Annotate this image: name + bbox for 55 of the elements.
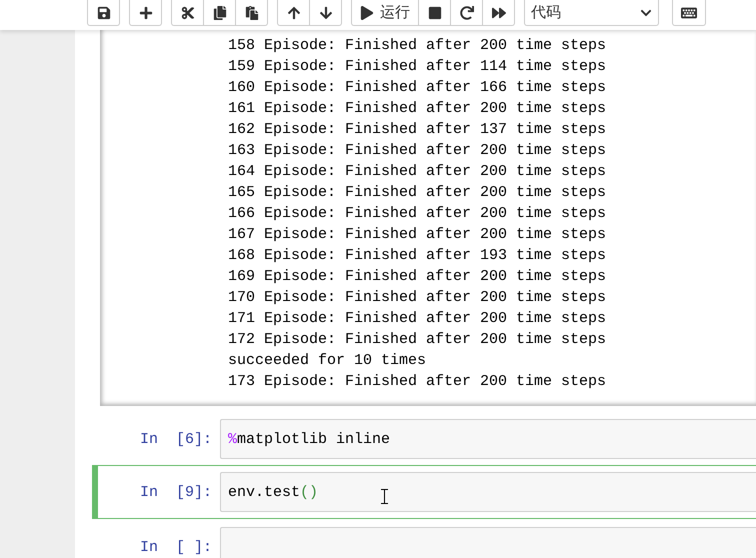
copy-icon: [212, 6, 226, 20]
cell-type-value: 代码: [531, 3, 561, 22]
stop-button[interactable]: [418, 0, 451, 26]
code-input[interactable]: %matplotlib inline: [220, 419, 756, 459]
keyboard-button[interactable]: [672, 0, 706, 26]
output-line: 167 Episode: Finished after 200 time steps: [228, 225, 608, 245]
play-icon: [360, 6, 374, 20]
output-line: 169 Episode: Finished after 200 time steps: [228, 267, 608, 287]
restart-icon: [460, 6, 474, 20]
code-cell[interactable]: In [ ]:: [92, 526, 756, 558]
output-line: 173 Episode: Finished after 200 time steps: [228, 372, 608, 392]
code-cell[interactable]: In [6]: %matplotlib inline: [92, 418, 756, 460]
output-line: succeeded for 10 times: [228, 351, 428, 371]
text-cursor-icon: [381, 489, 388, 504]
output-line: 159 Episode: Finished after 114 time steps: [228, 57, 608, 77]
run-button[interactable]: 运行: [351, 0, 419, 26]
arrow-down-icon: [318, 6, 332, 20]
save-button[interactable]: [87, 0, 120, 26]
cell-prompt: In [ ]:: [138, 538, 213, 556]
output-line: 158 Episode: Finished after 200 time steps: [228, 36, 608, 56]
move-down-button[interactable]: [309, 0, 342, 26]
output-line: 165 Episode: Finished after 200 time steps: [228, 183, 608, 203]
output-line: 166 Episode: Finished after 200 time steps: [228, 204, 608, 224]
stop-icon: [428, 6, 442, 20]
code-input[interactable]: env.test(): [220, 472, 756, 512]
cell-prompt: In [9]:: [138, 484, 213, 500]
code-input[interactable]: [220, 527, 756, 558]
output-line: 168 Episode: Finished after 193 time steps: [228, 246, 608, 266]
paste-button[interactable]: [235, 0, 268, 26]
output-line: 172 Episode: Finished after 200 time steps: [228, 330, 608, 350]
output-line: 160 Episode: Finished after 166 time steps: [228, 78, 608, 98]
output-line: 170 Episode: Finished after 200 time steps: [228, 288, 608, 308]
keyboard-icon: [681, 4, 697, 20]
code-text: env.test(): [228, 484, 318, 500]
insert-cell-button[interactable]: [129, 0, 162, 26]
scissors-icon: [180, 6, 194, 20]
run-all-button[interactable]: [482, 0, 515, 26]
arrow-up-icon: [286, 6, 300, 20]
fast-forward-icon: [492, 6, 506, 20]
code-text: %matplotlib inline: [228, 430, 390, 448]
move-up-button[interactable]: [277, 0, 310, 26]
output-line: 164 Episode: Finished after 200 time steps: [228, 162, 608, 182]
save-icon: [96, 6, 110, 20]
code-cell[interactable]: In [9]: env.test(): [92, 465, 756, 519]
output-line: 162 Episode: Finished after 137 time steps: [228, 120, 608, 140]
cell-type-select[interactable]: 代码: [524, 0, 659, 26]
paste-icon: [244, 6, 258, 20]
cell-prompt: In [6]:: [138, 430, 213, 448]
restart-button[interactable]: [450, 0, 483, 26]
output-line: 163 Episode: Finished after 200 time steps: [228, 141, 608, 161]
copy-button[interactable]: [203, 0, 236, 26]
cut-button[interactable]: [171, 0, 204, 26]
plus-icon: [138, 6, 152, 20]
output-line: 161 Episode: Finished after 200 time steps: [228, 99, 608, 119]
output-line: 171 Episode: Finished after 200 time steps: [228, 309, 608, 329]
